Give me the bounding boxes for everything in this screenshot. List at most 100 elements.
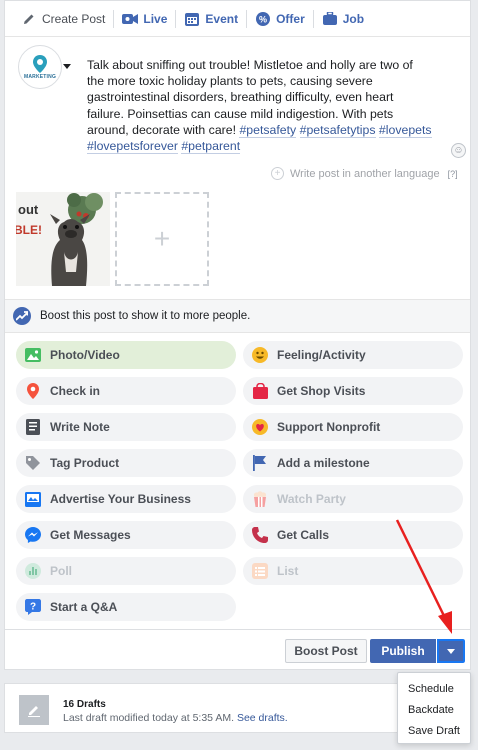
draft-pencil-icon <box>19 695 49 725</box>
menu-item-schedule[interactable]: Schedule <box>408 683 454 695</box>
messenger-icon <box>24 526 42 544</box>
pencil-icon <box>21 11 37 27</box>
write-another-language[interactable]: + Write post in another language [?] <box>271 167 458 180</box>
boost-prompt-row[interactable]: Boost this post to show it to more peopl… <box>5 299 470 333</box>
tab-label: Event <box>205 11 239 26</box>
tab-job[interactable]: Job <box>314 1 372 37</box>
option-label: Get Messages <box>50 528 131 542</box>
option-label: Start a Q&A <box>50 600 118 614</box>
poll-icon <box>24 562 42 580</box>
question-icon: ? <box>24 598 42 616</box>
tab-offer[interactable]: % Offer <box>247 1 313 37</box>
drafts-count: 16 Drafts <box>63 699 106 710</box>
tab-label: Offer <box>276 11 305 26</box>
option-photo-video[interactable]: Photo/Video <box>16 341 236 369</box>
publish-options-menu: Schedule Backdate Save Draft <box>397 672 471 744</box>
publish-button[interactable]: Publish <box>370 639 436 663</box>
option-tag-product[interactable]: Tag Product <box>16 449 236 477</box>
list-icon <box>251 562 269 580</box>
boost-post-button[interactable]: Boost Post <box>285 639 367 663</box>
option-get-calls[interactable]: Get Calls <box>243 521 463 549</box>
calendar-icon <box>184 11 200 27</box>
thumbnail-text: out <box>18 202 39 217</box>
tab-label: Job <box>342 11 365 26</box>
option-label: Watch Party <box>277 492 346 506</box>
option-label: Advertise Your Business <box>50 492 191 506</box>
photo-icon <box>24 346 42 364</box>
tab-label: Create Post <box>42 11 106 26</box>
heart-coin-icon <box>251 418 269 436</box>
option-label: Poll <box>50 564 73 578</box>
menu-item-save-draft[interactable]: Save Draft <box>408 725 460 737</box>
svg-text:%: % <box>259 14 267 24</box>
tab-create-post[interactable]: Create Post <box>13 1 113 37</box>
create-post-panel: Create Post Live Event % Offer Job MARKE… <box>4 0 471 670</box>
tab-live[interactable]: Live <box>114 1 175 37</box>
write-another-language-label: Write post in another language <box>290 167 440 180</box>
avatar-brand-text: MARKETING <box>23 73 57 80</box>
location-pin-icon <box>24 382 42 400</box>
hashtag[interactable]: #petparent <box>181 139 241 155</box>
thumbnail-text: BLE! <box>16 223 42 237</box>
tab-label: Live <box>143 11 168 26</box>
option-feeling-activity[interactable]: Feeling/Activity <box>243 341 463 369</box>
option-label: List <box>277 564 299 578</box>
map-pin-logo-icon <box>33 54 47 73</box>
dog-photo-image: out BLE! <box>16 192 110 286</box>
note-icon <box>24 418 42 436</box>
option-label: Get Calls <box>277 528 330 542</box>
option-label: Write Note <box>50 420 110 434</box>
publish-options-dropdown-button[interactable] <box>436 638 466 664</box>
percent-tag-icon: % <box>255 11 271 27</box>
boost-prompt-text: Boost this post to show it to more peopl… <box>40 310 251 322</box>
option-label: Feeling/Activity <box>277 348 366 362</box>
attached-photo-thumbnail[interactable]: out BLE! <box>16 192 110 286</box>
menu-item-backdate[interactable]: Backdate <box>408 704 454 716</box>
option-list[interactable]: List <box>243 557 463 585</box>
popcorn-icon <box>251 490 269 508</box>
hashtag[interactable]: #petsafety <box>239 122 297 138</box>
option-start-qa[interactable]: ? Start a Q&A <box>16 593 236 621</box>
price-tag-icon <box>24 454 42 472</box>
add-photo-button[interactable]: + <box>115 192 209 286</box>
option-get-shop-visits[interactable]: Get Shop Visits <box>243 377 463 405</box>
post-as-dropdown-icon[interactable] <box>63 64 71 69</box>
option-poll[interactable]: Poll <box>16 557 236 585</box>
trending-up-icon <box>13 307 31 325</box>
option-get-messages[interactable]: Get Messages <box>16 521 236 549</box>
plus-icon: + <box>153 223 171 254</box>
phone-icon <box>251 526 269 544</box>
emoji-icon[interactable]: ☺ <box>451 143 466 158</box>
help-link[interactable]: [?] <box>448 169 458 179</box>
option-label: Check in <box>50 384 101 398</box>
option-label: Photo/Video <box>50 348 120 362</box>
tab-event[interactable]: Event <box>176 1 246 37</box>
see-drafts-link[interactable]: See drafts. <box>237 712 288 724</box>
advertise-icon <box>24 490 42 508</box>
briefcase-icon <box>322 11 338 27</box>
chevron-down-icon <box>447 648 455 654</box>
video-camera-icon <box>122 11 139 27</box>
flag-icon <box>251 454 269 472</box>
option-label: Support Nonprofit <box>277 420 381 434</box>
option-watch-party[interactable]: Watch Party <box>243 485 463 513</box>
drafts-last-modified: Last draft modified today at 5:35 AM. <box>63 712 235 724</box>
composer-tab-bar: Create Post Live Event % Offer Job <box>5 1 470 37</box>
option-write-note[interactable]: Write Note <box>16 413 236 441</box>
svg-text:?: ? <box>30 602 36 613</box>
plus-circle-icon: + <box>271 167 284 180</box>
hashtag[interactable]: #lovepets <box>378 122 432 138</box>
smiley-icon <box>251 346 269 364</box>
option-label: Get Shop Visits <box>277 384 366 398</box>
shopping-bag-icon <box>251 382 269 400</box>
hashtag[interactable]: #petsafetytips <box>299 122 376 138</box>
post-text-area[interactable]: Talk about sniffing out trouble! Mistlet… <box>87 57 432 155</box>
option-label: Tag Product <box>50 456 120 470</box>
option-check-in[interactable]: Check in <box>16 377 236 405</box>
drafts-subtitle: Last draft modified today at 5:35 AM. Se… <box>63 712 288 724</box>
option-support-nonprofit[interactable]: Support Nonprofit <box>243 413 463 441</box>
option-advertise-business[interactable]: Advertise Your Business <box>16 485 236 513</box>
option-add-milestone[interactable]: Add a milestone <box>243 449 463 477</box>
hashtag[interactable]: #lovepetsforever <box>87 139 178 155</box>
page-avatar[interactable]: MARKETING <box>18 45 62 89</box>
